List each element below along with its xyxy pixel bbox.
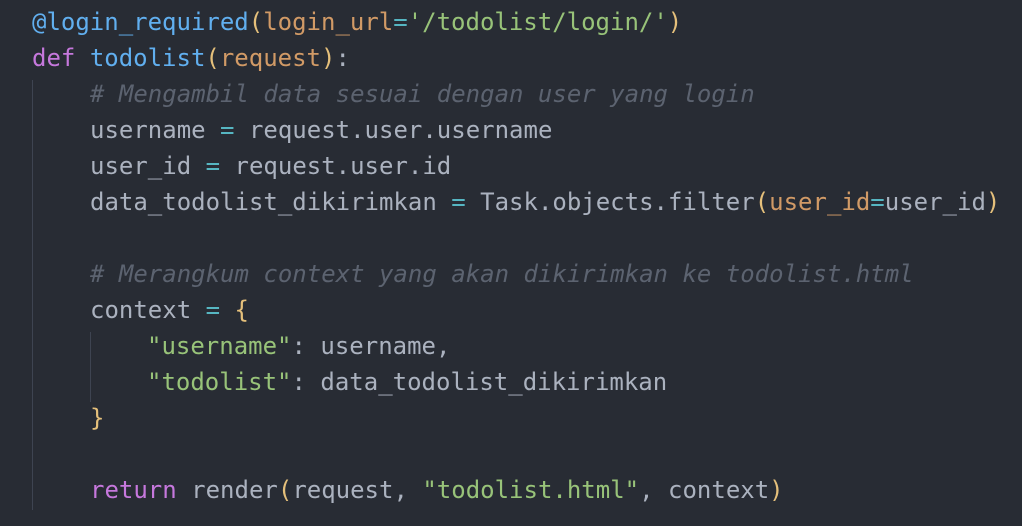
paren-close: ) bbox=[667, 8, 683, 36]
brace-close: } bbox=[90, 404, 105, 432]
operator: = bbox=[451, 188, 466, 216]
paren-close: ) bbox=[769, 476, 784, 504]
code-line-14: return render(request, "todolist.html", … bbox=[32, 472, 1000, 508]
variable: context bbox=[90, 296, 192, 324]
string-literal: '/todolist/login/' bbox=[407, 8, 668, 36]
operator: = bbox=[393, 8, 408, 36]
operator: = bbox=[205, 296, 221, 324]
code-line-1: @login_required(login_url='/todolist/log… bbox=[32, 4, 1000, 40]
code-block: @login_required(login_url='/todolist/log… bbox=[32, 4, 1000, 508]
method-call: Task.objects.filter bbox=[480, 188, 755, 216]
variable: user_id bbox=[90, 152, 192, 180]
comment: # Merangkum context yang akan dikirimkan… bbox=[90, 260, 914, 288]
paren-open: ( bbox=[754, 188, 770, 216]
expression: request.user.id bbox=[234, 152, 452, 180]
paren-open: ( bbox=[248, 8, 264, 36]
paren-close: ) bbox=[321, 44, 336, 72]
operator: = bbox=[205, 152, 221, 180]
param-name: login_url bbox=[263, 8, 394, 36]
dict-value: data_todolist_dikirimkan bbox=[320, 368, 668, 396]
argument: context bbox=[668, 476, 770, 504]
code-editor[interactable]: @login_required(login_url='/todolist/log… bbox=[0, 0, 1022, 526]
code-line-9: context = { bbox=[32, 292, 1000, 328]
variable: username bbox=[90, 116, 206, 144]
colon: : bbox=[291, 368, 306, 396]
dict-key: "username" bbox=[147, 332, 292, 360]
argument: request, bbox=[292, 476, 408, 504]
code-line-11: "todolist": data_todolist_dikirimkan bbox=[32, 364, 1000, 400]
dict-key: "todolist" bbox=[147, 368, 292, 396]
function-call: render bbox=[191, 476, 278, 504]
operator: = bbox=[870, 188, 885, 216]
operator: = bbox=[220, 116, 235, 144]
argument-value: user_id bbox=[884, 188, 986, 216]
code-line-5: user_id = request.user.id bbox=[32, 148, 1000, 184]
paren-open: ( bbox=[205, 44, 220, 72]
code-line-4: username = request.user.username bbox=[32, 112, 1000, 148]
code-line-3: # Mengambil data sesuai dengan user yang… bbox=[32, 76, 1000, 112]
paren-close: ) bbox=[985, 188, 1001, 216]
comma: , bbox=[639, 476, 654, 504]
colon: : bbox=[291, 332, 306, 360]
code-line-12: } bbox=[32, 400, 1000, 436]
function-name: todolist bbox=[89, 44, 206, 72]
paren-open: ( bbox=[277, 476, 293, 504]
dict-value: username, bbox=[320, 332, 451, 360]
keyword: return bbox=[90, 476, 177, 504]
string-literal: "todolist.html" bbox=[422, 476, 640, 504]
code-line-10: "username": username, bbox=[32, 328, 1000, 364]
keyword: def bbox=[32, 44, 76, 72]
code-line-8: # Merangkum context yang akan dikirimkan… bbox=[32, 256, 1000, 292]
comment: # Mengambil data sesuai dengan user yang… bbox=[90, 80, 755, 108]
variable: data_todolist_dikirimkan bbox=[90, 188, 437, 216]
expression: request.user.username bbox=[248, 116, 553, 144]
code-line-6: data_todolist_dikirimkan = Task.objects.… bbox=[32, 184, 1000, 220]
keyword-argument: user_id bbox=[769, 188, 871, 216]
decorator: @login_required bbox=[32, 8, 249, 36]
brace-open: { bbox=[234, 296, 249, 324]
colon: : bbox=[335, 44, 350, 72]
code-line-2: def todolist(request): bbox=[32, 40, 1000, 76]
param-name: request bbox=[219, 44, 322, 72]
